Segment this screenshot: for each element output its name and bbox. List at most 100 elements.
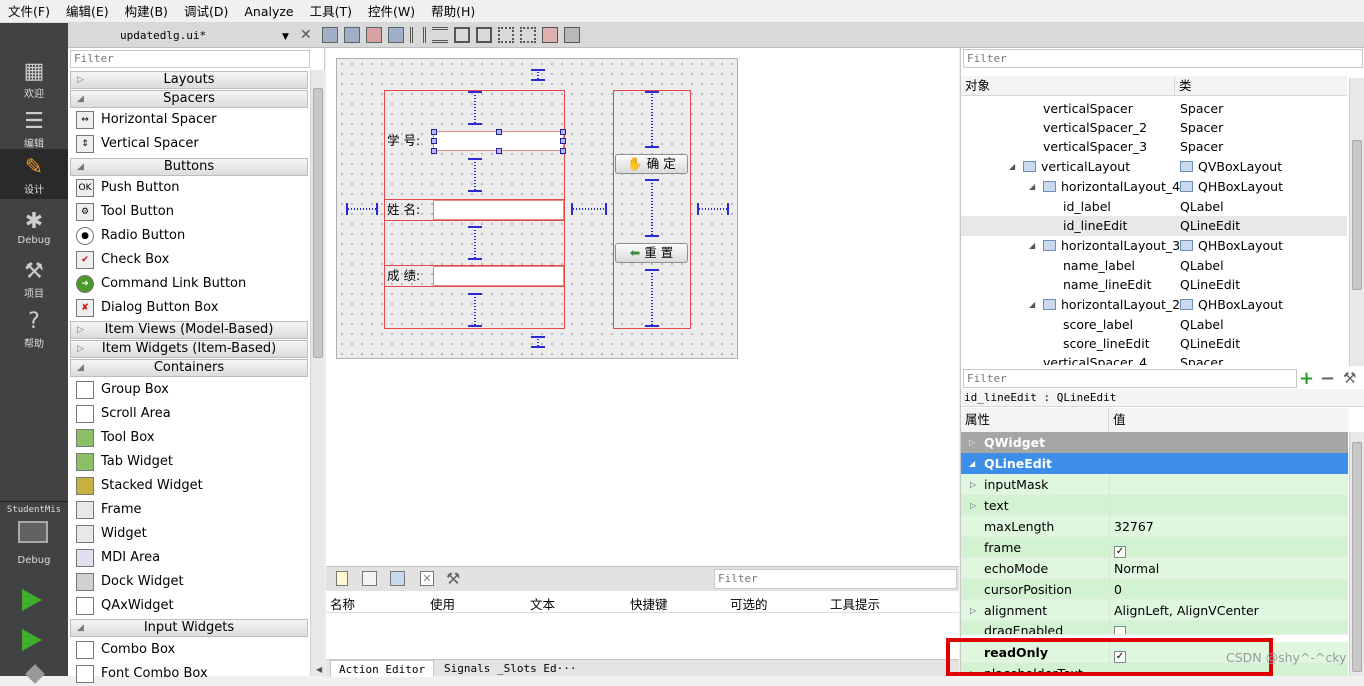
- layout-horizontal-icon[interactable]: [410, 27, 426, 43]
- category-spacers[interactable]: ◢ Spacers: [70, 90, 308, 108]
- vertical-spacer-button-bottom[interactable]: [645, 269, 659, 327]
- score-line-edit[interactable]: [433, 266, 564, 286]
- edit-tab-order-icon[interactable]: [388, 27, 404, 43]
- widget-dock-widget[interactable]: Dock Widget: [72, 570, 308, 594]
- widget-widget[interactable]: Widget: [72, 522, 308, 546]
- menu-widgets[interactable]: 控件(W): [360, 0, 423, 23]
- object-row[interactable]: verticalSpacer_4 Spacer: [961, 353, 1347, 365]
- widget-command-link-button[interactable]: ➜ Command Link Button: [72, 272, 308, 296]
- property-row-alignment[interactable]: ▷ alignment AlignLeft, AlignVCenter: [961, 600, 1348, 621]
- mode-debug[interactable]: ✱ Debug: [0, 203, 68, 253]
- vertical-spacer-button-top[interactable]: [645, 91, 659, 148]
- edit-buddies-icon[interactable]: [366, 27, 382, 43]
- splitter-horizontal-icon[interactable]: [454, 27, 470, 43]
- category-item-views[interactable]: ▷ Item Views (Model-Based): [70, 321, 308, 339]
- widget-tab-widget[interactable]: Tab Widget: [72, 450, 308, 474]
- property-editor-scrollbar[interactable]: [1349, 432, 1364, 676]
- property-row-frame[interactable]: frame ✓: [961, 537, 1348, 558]
- horizontal-spacer-middle[interactable]: [571, 203, 607, 215]
- scrollbar-thumb[interactable]: [1352, 442, 1362, 672]
- widget-radio-button[interactable]: ● Radio Button: [72, 224, 308, 248]
- menu-analyze[interactable]: Analyze: [236, 0, 301, 23]
- selection-handle[interactable]: [560, 138, 566, 144]
- collapse-arrow-icon[interactable]: ◢: [1029, 177, 1035, 196]
- menu-file[interactable]: 文件(F): [0, 0, 58, 23]
- property-row-inputmask[interactable]: ▷ inputMask: [961, 474, 1348, 495]
- object-row[interactable]: ◢ verticalLayout QVBoxLayout: [961, 157, 1347, 177]
- name-line-edit[interactable]: [433, 200, 564, 220]
- monitor-icon[interactable]: [18, 521, 48, 543]
- collapse-arrow-icon[interactable]: ◢: [1029, 295, 1035, 314]
- vertical-spacer-3[interactable]: [468, 226, 482, 260]
- splitter-vertical-icon[interactable]: [476, 27, 492, 43]
- widget-vertical-spacer[interactable]: ⇕ Vertical Spacer: [72, 132, 308, 156]
- object-row[interactable]: ◢ horizontalLayout_4 QHBoxLayout: [961, 177, 1347, 197]
- selection-handle[interactable]: [560, 129, 566, 135]
- paste-action-icon[interactable]: [390, 571, 405, 586]
- widget-scroll-area[interactable]: Scroll Area: [72, 402, 308, 426]
- grid-layout-icon[interactable]: [520, 27, 536, 43]
- object-inspector-scrollbar[interactable]: [1349, 78, 1364, 366]
- debug-run-icon[interactable]: [22, 629, 42, 651]
- object-row-selected[interactable]: id_lineEdit QLineEdit: [961, 216, 1347, 236]
- collapse-arrow-icon[interactable]: ◢: [1009, 157, 1015, 176]
- selection-handle[interactable]: [431, 138, 437, 144]
- col-checkable[interactable]: 可选的: [730, 594, 768, 613]
- col-tooltip[interactable]: 工具提示: [830, 594, 880, 613]
- property-row-text[interactable]: ▷ text: [961, 495, 1348, 516]
- mode-projects[interactable]: ⚒ 项目: [0, 253, 68, 303]
- widget-box-scrollbar[interactable]: [310, 70, 325, 676]
- tab-action-editor[interactable]: Action Editor: [330, 660, 435, 677]
- adjust-size-icon[interactable]: [564, 27, 580, 43]
- edit-signals-icon[interactable]: [344, 27, 360, 43]
- object-row[interactable]: name_lineEdit QLineEdit: [961, 275, 1347, 295]
- object-row[interactable]: verticalSpacer_3 Spacer: [961, 137, 1347, 157]
- vertical-spacer-2[interactable]: [468, 158, 482, 192]
- widget-qaxwidget[interactable]: QAxWidget: [72, 594, 308, 618]
- widget-filter-input[interactable]: Filter: [70, 50, 310, 68]
- vertical-spacer-4[interactable]: [468, 293, 482, 327]
- vertical-spacer-1[interactable]: [468, 91, 482, 125]
- configure-icon[interactable]: ⚒: [446, 569, 460, 588]
- selection-handle[interactable]: [496, 129, 502, 135]
- selection-handle[interactable]: [496, 148, 502, 154]
- open-documents-combo[interactable]: updatedlg.ui*: [72, 26, 294, 46]
- col-property-header[interactable]: 属性: [961, 408, 1109, 432]
- col-text[interactable]: 文本: [530, 594, 555, 613]
- category-item-widgets[interactable]: ▷ Item Widgets (Item-Based): [70, 340, 308, 358]
- form-layout-icon[interactable]: [498, 27, 514, 43]
- mode-help[interactable]: ? 帮助: [0, 303, 68, 353]
- object-row[interactable]: name_label QLabel: [961, 256, 1347, 276]
- delete-action-icon[interactable]: ✕: [420, 571, 434, 586]
- build-icon[interactable]: [25, 664, 45, 684]
- widget-frame[interactable]: Frame: [72, 498, 308, 522]
- col-used[interactable]: 使用: [430, 594, 455, 613]
- scroll-left-icon[interactable]: ◀: [316, 665, 322, 674]
- vertical-spacer-bottom[interactable]: [531, 336, 545, 348]
- object-row[interactable]: verticalSpacer_2 Spacer: [961, 118, 1347, 138]
- property-row-maxlength[interactable]: maxLength 32767: [961, 516, 1348, 537]
- frame-checkbox[interactable]: ✓: [1114, 546, 1126, 558]
- dragenabled-checkbox[interactable]: [1114, 626, 1126, 634]
- expand-arrow-icon[interactable]: ▷: [970, 495, 976, 516]
- object-row[interactable]: verticalSpacer Spacer: [961, 99, 1347, 119]
- dialog-form[interactable]: 学 号: 姓 名: 成 绩: ✋ 确 定 ⬅ 重 置: [336, 58, 738, 359]
- col-object-header[interactable]: 对象: [961, 76, 1175, 96]
- object-row[interactable]: id_label QLabel: [961, 197, 1347, 217]
- action-filter-input[interactable]: Filter: [714, 569, 957, 589]
- expand-arrow-icon[interactable]: ▷: [970, 474, 976, 495]
- category-buttons[interactable]: ◢ Buttons: [70, 158, 308, 176]
- menu-debug[interactable]: 调试(D): [176, 0, 236, 23]
- mode-design[interactable]: ✎ 设计: [0, 149, 68, 199]
- menu-edit[interactable]: 编辑(E): [58, 0, 117, 23]
- property-filter-input[interactable]: Filter: [963, 369, 1297, 388]
- category-input-widgets[interactable]: ◢ Input Widgets: [70, 619, 308, 637]
- mode-welcome[interactable]: ▦ 欢迎: [0, 53, 68, 103]
- widget-combo-box[interactable]: Combo Box: [72, 638, 308, 662]
- horizontal-spacer-right[interactable]: [697, 203, 729, 215]
- object-row[interactable]: ◢ horizontalLayout_3 QHBoxLayout: [961, 236, 1347, 256]
- copy-action-icon[interactable]: [362, 571, 377, 586]
- vertical-spacer-button-mid[interactable]: [645, 179, 659, 237]
- widget-mdi-area[interactable]: MDI Area: [72, 546, 308, 570]
- section-qwidget[interactable]: ▷ QWidget: [961, 432, 1348, 453]
